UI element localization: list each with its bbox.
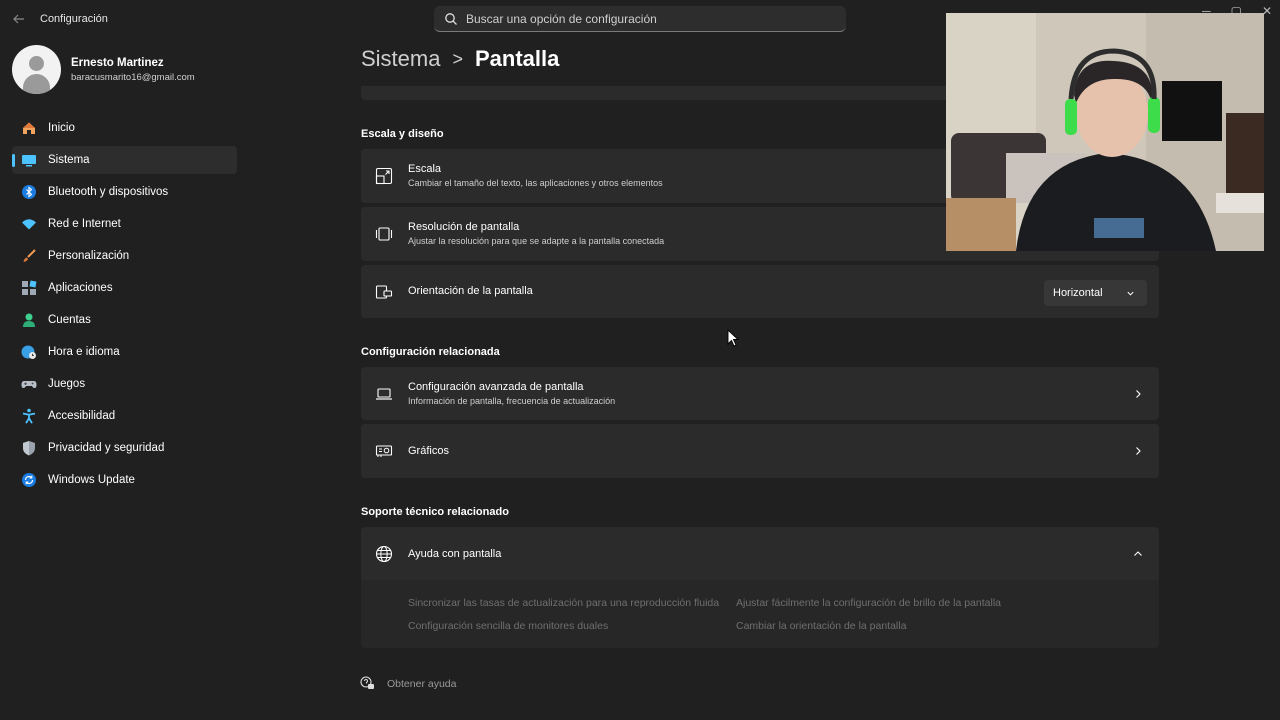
get-help-label: Obtener ayuda: [387, 677, 457, 690]
webcam-overlay: [946, 13, 1264, 251]
orientation-icon: [375, 285, 393, 299]
section-title-related: Configuración relacionada: [361, 346, 500, 358]
display-help-card[interactable]: Ayuda con pantalla: [361, 527, 1159, 580]
chevron-down-icon: [1127, 291, 1134, 296]
user-profile[interactable]: Ernesto Martinez baracusmarito16@gmail.c…: [12, 45, 195, 94]
resolution-title: Resolución de pantalla: [408, 221, 520, 233]
resolution-subtitle: Ajustar la resolución para que se adapte…: [408, 236, 665, 246]
sidebar-item-label: Inicio: [48, 122, 75, 134]
sidebar-item-hora[interactable]: Hora e idioma: [12, 338, 237, 366]
sidebar-item-accesibilidad[interactable]: Accesibilidad: [12, 402, 237, 430]
sidebar-item-juegos[interactable]: Juegos: [12, 370, 237, 398]
accessibility-icon: [22, 408, 36, 424]
sidebar-item-personalizacion[interactable]: Personalización: [12, 242, 237, 270]
sidebar-item-label: Personalización: [48, 250, 130, 262]
advanced-display-subtitle: Información de pantalla, frecuencia de a…: [408, 396, 616, 406]
help-link-refresh-rate[interactable]: Sincronizar las tasas de actualización p…: [408, 597, 719, 609]
laptop-icon: [376, 388, 392, 400]
chevron-right-icon: [1136, 390, 1141, 398]
sidebar-item-label: Windows Update: [48, 474, 135, 486]
webcam-picture: [946, 13, 1264, 251]
sidebar-item-label: Aplicaciones: [48, 282, 113, 294]
avatar: [12, 45, 61, 94]
search-icon: [445, 12, 457, 25]
shield-icon: [23, 441, 35, 456]
profile-name: Ernesto Martinez: [71, 56, 164, 69]
globe-clock-icon: [21, 345, 36, 359]
gamepad-icon: [21, 381, 37, 388]
brush-icon: [23, 249, 36, 262]
account-icon: [23, 313, 35, 327]
orientation-title: Orientación de la pantalla: [408, 285, 533, 297]
sidebar-item-inicio[interactable]: Inicio: [12, 114, 237, 142]
app-title: Configuración: [40, 13, 108, 25]
home-icon: [23, 122, 35, 134]
help-link-dual-monitors[interactable]: Configuración sencilla de monitores dual…: [408, 620, 608, 632]
sidebar-item-label: Sistema: [48, 154, 90, 166]
mouse-cursor-icon: [727, 329, 739, 347]
graphics-card[interactable]: Gráficos: [361, 424, 1159, 478]
section-title-scale: Escala y diseño: [361, 128, 444, 140]
sidebar-item-cuentas[interactable]: Cuentas: [12, 306, 237, 334]
sidebar-item-label: Hora e idioma: [48, 346, 120, 358]
sidebar-item-bluetooth[interactable]: Bluetooth y dispositivos: [12, 178, 237, 206]
search-input[interactable]: [466, 11, 826, 26]
sidebar-item-aplicaciones[interactable]: Aplicaciones: [12, 274, 237, 302]
sidebar-item-label: Privacidad y seguridad: [48, 442, 165, 454]
display-help-links: Sincronizar las tasas de actualización p…: [361, 580, 1159, 648]
chevron-right-icon: [1136, 447, 1141, 455]
breadcrumb-parent[interactable]: Sistema: [361, 46, 440, 72]
orientation-value: Horizontal: [1053, 287, 1103, 299]
sidebar-item-label: Red e Internet: [48, 218, 121, 230]
chevron-up-icon[interactable]: [1133, 549, 1143, 559]
display-help-title: Ayuda con pantalla: [408, 548, 502, 560]
wifi-icon: [22, 219, 36, 230]
sidebar-nav: Inicio Sistema Bluetooth y dispositivos …: [12, 114, 237, 498]
resolution-icon: [375, 227, 393, 241]
sidebar-item-red[interactable]: Red e Internet: [12, 210, 237, 238]
breadcrumb: Sistema > Pantalla: [361, 46, 559, 72]
graphics-title: Gráficos: [408, 445, 449, 457]
scale-subtitle: Cambiar el tamaño del texto, las aplicac…: [408, 178, 663, 188]
scale-icon: [375, 167, 393, 185]
advanced-display-card[interactable]: Configuración avanzada de pantalla Infor…: [361, 367, 1159, 420]
bluetooth-icon: [22, 185, 36, 199]
help-chat-icon: [360, 676, 374, 689]
apps-icon: [22, 280, 37, 295]
graphics-card-icon: [375, 445, 393, 457]
sidebar-item-privacidad[interactable]: Privacidad y seguridad: [12, 434, 237, 462]
sidebar-item-sistema[interactable]: Sistema: [12, 146, 237, 174]
orientation-card: Orientación de la pantalla Horizontal: [361, 265, 1159, 318]
back-arrow-icon[interactable]: [8, 8, 30, 30]
sidebar-item-label: Accesibilidad: [48, 410, 116, 422]
sidebar-item-label: Bluetooth y dispositivos: [48, 186, 169, 198]
sidebar-item-label: Juegos: [48, 378, 86, 390]
sidebar-item-label: Cuentas: [48, 314, 91, 326]
orientation-dropdown[interactable]: Horizontal: [1044, 280, 1147, 306]
help-link-brightness[interactable]: Ajustar fácilmente la configuración de b…: [736, 597, 1001, 609]
globe-icon: [375, 545, 393, 563]
search-box[interactable]: [434, 6, 846, 32]
help-link-orientation[interactable]: Cambiar la orientación de la pantalla: [736, 620, 906, 632]
system-icon: [22, 155, 36, 167]
scale-title: Escala: [408, 163, 442, 175]
breadcrumb-separator: >: [452, 48, 463, 69]
profile-email: baracusmarito16@gmail.com: [71, 71, 195, 83]
get-help-link[interactable]: Obtener ayuda: [360, 676, 456, 691]
advanced-display-title: Configuración avanzada de pantalla: [408, 381, 584, 393]
update-icon: [22, 473, 36, 487]
section-title-support: Soporte técnico relacionado: [361, 506, 509, 518]
sidebar-item-windows-update[interactable]: Windows Update: [12, 466, 237, 494]
page-title: Pantalla: [475, 46, 560, 71]
